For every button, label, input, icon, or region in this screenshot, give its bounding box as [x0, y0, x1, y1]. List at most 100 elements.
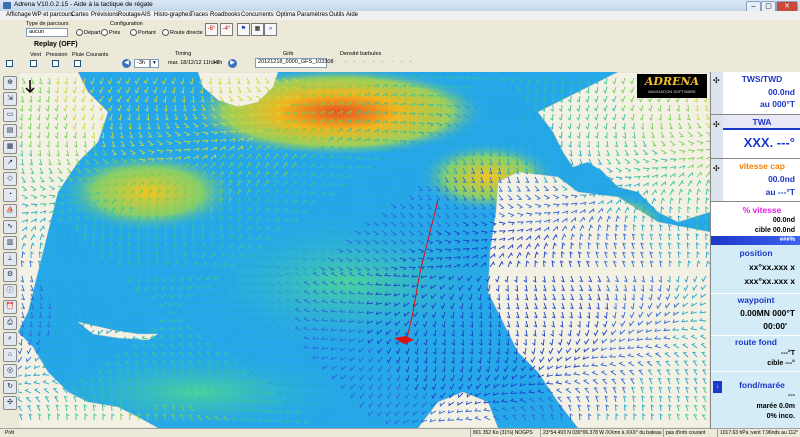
logo-subtext: NAVIGATION SOFTWARE [648, 89, 696, 94]
polar-icon[interactable]: ◔ [3, 188, 17, 202]
layer-pluie: Pluie [72, 52, 85, 58]
pct-target: cible 00.0nd [754, 227, 795, 234]
timing-label: Timing [175, 51, 192, 57]
config-depart[interactable]: Départ [76, 29, 101, 36]
track-icon[interactable]: ∿ [3, 220, 17, 234]
tws-direction: au 000°T [759, 99, 795, 109]
window-title: Adrena V10.0.2.15 - Aide à la tactique d… [14, 1, 153, 8]
grid-icon[interactable]: ▦ [3, 140, 17, 154]
twa-value: XXX. ---° [743, 135, 795, 150]
menu-outils[interactable]: Outils [329, 12, 344, 18]
compass-icon: ✣ [713, 164, 720, 173]
configuration-label: Configuration [110, 21, 143, 27]
menu-wp-parcours[interactable]: WP et parcours [32, 12, 73, 18]
compass-icon[interactable]: ✣ [3, 396, 17, 410]
chart-icon[interactable]: ▥ [3, 236, 17, 250]
app-icon [3, 2, 11, 9]
select-icon[interactable]: ⇲ [3, 92, 17, 106]
replay-label[interactable]: Replay (OFF) [34, 41, 78, 48]
step-forward-button[interactable]: ▶ [228, 59, 237, 68]
step-value[interactable]: -3h [134, 59, 150, 68]
waypoint-title: waypoint [737, 295, 775, 305]
route-fond-title: route fond [734, 337, 778, 347]
grib-file-select[interactable]: 20121218_0000_GFS_103308 [255, 58, 334, 68]
compass-icon: ✣ [713, 76, 720, 85]
twa-title: TWA [752, 117, 772, 127]
menu-traces[interactable]: Traces [190, 12, 208, 18]
position-title: position [739, 248, 773, 258]
menu-parametres[interactable]: Paramètres [297, 12, 328, 18]
measure-icon[interactable]: ⟂ [3, 252, 17, 266]
layer-courants: Courants [86, 52, 109, 58]
layer-pression: Pression [46, 52, 68, 58]
densite-slider[interactable]: · · · · · · · · · [335, 59, 415, 65]
temp-neg-button[interactable]: -6° [205, 23, 218, 36]
boat-icon[interactable]: ⛵ [3, 204, 17, 218]
layer-vent-check[interactable] [6, 60, 13, 67]
flag-icon[interactable]: ⚑ [237, 23, 250, 36]
type-parcours-label: Type de parcours [26, 21, 69, 27]
layer-vent: Vent [30, 52, 42, 58]
home-icon[interactable]: ⌂ [3, 348, 17, 362]
menu-routage[interactable]: Routage [118, 12, 141, 18]
checkered-flag-icon[interactable]: ▦ [251, 23, 264, 36]
tws-title: TWS/TWD [741, 74, 783, 84]
menu-cartes[interactable]: Cartes [71, 12, 89, 18]
pct-value: 00.0nd [772, 217, 795, 224]
layer-courants-check[interactable] [74, 60, 81, 67]
route-icon[interactable]: ↗ [3, 156, 17, 170]
zoom-icon[interactable]: ⊕ [3, 76, 17, 90]
waypoint-icon[interactable]: ◇ [3, 172, 17, 186]
fond-maree-toggle[interactable]: ↓ [713, 381, 722, 393]
menu-bar: Affichage WP et parcours Cartes Prévisio… [0, 11, 800, 20]
info-icon[interactable]: ⓘ [3, 284, 17, 298]
fond-maree-value: --- [788, 392, 795, 399]
fond-maree-title: fond/marée [739, 380, 785, 390]
date-value: mar. 18/12/12 11h34 [168, 60, 219, 66]
layer-pression-check[interactable] [30, 60, 37, 67]
ruler-icon[interactable]: ▭ [3, 108, 17, 122]
logo-text: ADRENA [644, 75, 700, 88]
vcap-direction: au ---°T [765, 187, 795, 197]
menu-previsions[interactable]: Prévisions [91, 12, 119, 18]
menu-roadbooks[interactable]: Roadbooks [210, 12, 240, 18]
menu-ais[interactable]: AIS [141, 12, 151, 18]
refresh-icon[interactable]: ↻ [3, 380, 17, 394]
config-pres-label: Près [109, 29, 121, 36]
adrena-logo: ADRENA NAVIGATION SOFTWARE [637, 74, 707, 98]
fond-maree-inco: 0% inco. [766, 413, 795, 420]
config-route-directe[interactable]: Route directe [162, 29, 203, 36]
print-icon[interactable]: ⎙ [3, 316, 17, 330]
densite-label: Densité barbules [340, 51, 382, 57]
left-toolbar: ⊕ ⇲ ▭ ▤ ▦ ↗ ◇ ◔ ⛵ ∿ ▥ ⟂ ⚙ ⓘ ⏰ ⎙ ⌕ ⌂ ◎ ↻ … [0, 72, 19, 428]
menu-affichage[interactable]: Affichage [6, 12, 31, 18]
weather-map[interactable]: ADRENA NAVIGATION SOFTWARE [18, 72, 710, 428]
pct-title: % vitesse [742, 205, 782, 215]
layer-pluie-check[interactable] [52, 60, 59, 67]
menu-optima[interactable]: Optima [276, 12, 295, 18]
menu-concurrents[interactable]: Concurrents [241, 12, 274, 18]
target-icon[interactable]: ◎ [3, 364, 17, 378]
search-icon[interactable]: ⌕ [3, 332, 17, 346]
settings-icon[interactable]: ⚙ [3, 268, 17, 282]
menu-aide[interactable]: Aide [346, 12, 358, 18]
temp-neg2-button[interactable]: -4° [220, 23, 233, 36]
menu-histo-graphes[interactable]: Histo-graphes [154, 12, 191, 18]
tws-value: 00.0nd [768, 87, 795, 97]
route-fond-target: cible ---° [767, 360, 795, 367]
step-dropdown[interactable]: ▾ [150, 59, 159, 68]
step-back-button[interactable]: ◀ [122, 59, 131, 68]
waypoint-time: 00:00' [763, 321, 787, 331]
config-route-directe-label: Route directe [170, 29, 203, 36]
type-parcours-select[interactable]: aucun [26, 28, 68, 37]
route-fond-value: ---°T [780, 350, 795, 357]
alarm-icon[interactable]: ⏰ [3, 300, 17, 314]
config-pres[interactable]: Près [101, 29, 120, 36]
fast-forward-icon[interactable]: » [264, 23, 277, 36]
layer-icon[interactable]: ▤ [3, 124, 17, 138]
toolbar: Type de parcours aucun Configuration Dép… [0, 20, 800, 73]
config-portant-label: Portant [138, 29, 156, 36]
map-canvas[interactable] [18, 72, 710, 428]
config-portant[interactable]: Portant [130, 29, 156, 36]
pct-bar-label: ###% [779, 237, 795, 243]
